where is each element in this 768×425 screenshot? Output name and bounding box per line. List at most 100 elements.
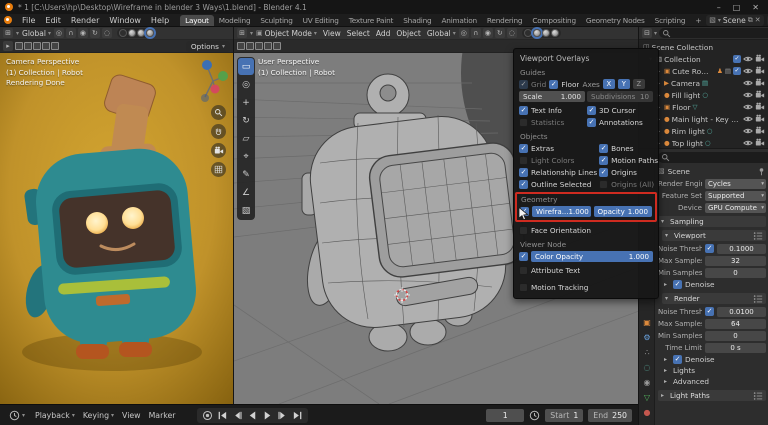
texture-tab[interactable]: ▦ (640, 421, 654, 425)
rendered-shading-button[interactable] (146, 29, 154, 37)
select-set-icon[interactable] (15, 42, 23, 50)
select-extend-icon[interactable] (246, 42, 254, 50)
material-tab[interactable]: ● (640, 406, 654, 419)
camera-restriction-icon[interactable] (755, 90, 765, 100)
menu-file[interactable]: File (17, 16, 40, 25)
face-orientation-checkbox[interactable] (519, 226, 528, 235)
editor-type-icon[interactable]: ⊞ (237, 28, 247, 38)
noise-thresh--checkbox[interactable]: ✓ (705, 307, 714, 316)
eye-icon[interactable] (743, 114, 753, 124)
next-keyframe-button[interactable] (276, 409, 289, 422)
timeline-menu-playback[interactable]: Playback▾ (32, 411, 78, 420)
options-button[interactable]: Options▾ (186, 41, 230, 52)
menu-render[interactable]: Render (66, 16, 104, 25)
annotations-checkbox[interactable]: ✓ (587, 118, 596, 127)
viewport-menu-add[interactable]: Add (373, 29, 394, 38)
physics-tab[interactable]: ◌ (640, 361, 654, 374)
material-shading-button[interactable] (542, 29, 550, 37)
axis-x-button[interactable]: X (603, 79, 615, 89)
denoise-checkbox[interactable]: ✓ (673, 355, 682, 364)
section-light-paths[interactable]: ▸Light Paths (658, 390, 766, 401)
item-checkbox[interactable]: ✓ (733, 67, 741, 75)
frame-start-field[interactable]: Start 1 (545, 409, 583, 422)
properties-search-input[interactable] (672, 154, 768, 162)
snap-magnet-icon[interactable]: ∩ (471, 28, 481, 38)
extras-checkbox[interactable]: ✓ (519, 144, 528, 153)
maximize-button[interactable]: □ (733, 3, 741, 12)
properties-search[interactable] (658, 152, 768, 163)
axis-z-button[interactable]: Z (633, 79, 645, 89)
preset-icon[interactable] (753, 391, 763, 401)
add-workspace-button[interactable]: + (690, 15, 706, 26)
text-info-checkbox[interactable]: ✓ (519, 106, 528, 115)
row-denoise[interactable]: ▸✓Denoise (658, 279, 766, 290)
camera-restriction-icon[interactable] (755, 78, 765, 88)
workspace-tab-geometry-nodes[interactable]: Geometry Nodes (581, 15, 650, 26)
floor-checkbox[interactable]: ✓ (549, 80, 558, 89)
scale-slider[interactable]: Scale1.000 (519, 91, 585, 102)
pivot-point-icon[interactable]: ◎ (54, 28, 64, 38)
motion-tracking-checkbox[interactable] (519, 283, 528, 292)
select-box-tool[interactable]: ▭ (238, 58, 254, 75)
section-render[interactable]: ▾Render (662, 293, 766, 304)
perspective-grid-icon[interactable] (211, 162, 226, 177)
camera-view-icon[interactable] (211, 143, 226, 158)
denoise-checkbox[interactable]: ✓ (673, 280, 682, 289)
camera-restriction-icon[interactable] (755, 126, 765, 136)
camera-restriction-icon[interactable] (755, 114, 765, 124)
pin-icon[interactable] (757, 167, 766, 176)
preset-icon[interactable] (753, 231, 763, 241)
proportional-edit-icon[interactable]: ◉ (483, 28, 493, 38)
row-denoise[interactable]: ▸✓Denoise (658, 354, 766, 365)
active-tool-icon[interactable]: ▸ (3, 41, 13, 51)
max-samples-field[interactable]: 64 (705, 319, 766, 329)
material-shading-button[interactable] (137, 29, 145, 37)
jump-to-end-button[interactable] (291, 409, 304, 422)
field-dropdown[interactable]: GPU Compute▾ (705, 203, 766, 213)
solid-shading-button[interactable] (533, 29, 541, 37)
color-opacity-checkbox[interactable]: ✓ (519, 252, 528, 261)
move-tool[interactable]: + (238, 94, 254, 111)
annotate-tool[interactable]: ✎ (238, 166, 254, 183)
unlink-scene-icon[interactable]: ✕ (755, 16, 761, 24)
workspace-tab-compositing[interactable]: Compositing (527, 15, 581, 26)
time-limit-field[interactable]: 0 s (705, 343, 766, 353)
wireframe-shading-button[interactable] (524, 29, 532, 37)
auto-keying-record-icon[interactable] (201, 409, 214, 422)
prev-keyframe-button[interactable] (231, 409, 244, 422)
eye-icon[interactable] (743, 102, 753, 112)
max-samples-field[interactable]: 32 (705, 256, 766, 266)
workspace-tab-modeling[interactable]: Modeling (214, 15, 256, 26)
overlays-icon[interactable]: ◌ (102, 28, 112, 38)
color-opacity-slider[interactable]: Color Opacity1.000 (531, 251, 653, 262)
grid-checkbox[interactable]: ✓ (519, 80, 528, 89)
preset-icon[interactable] (753, 294, 763, 304)
outliner-search-input[interactable] (673, 29, 768, 37)
row-advanced[interactable]: ▸Advanced (658, 376, 766, 387)
particles-tab[interactable]: ∴ (640, 346, 654, 359)
blender-menu-icon[interactable] (4, 16, 12, 24)
scene-selector[interactable]: ▧ ▾ Scene ⧉ ✕ (706, 15, 763, 26)
camera-restriction-icon[interactable] (755, 66, 765, 76)
rendered-shading-button[interactable] (551, 29, 559, 37)
wireframe-shading-button[interactable] (119, 29, 127, 37)
viewport-menu-select[interactable]: Select (344, 29, 373, 38)
eye-icon[interactable] (743, 138, 753, 148)
menu-window[interactable]: Window (104, 16, 146, 25)
play-forward-button[interactable] (261, 409, 274, 422)
eye-icon[interactable] (743, 78, 753, 88)
camera-restriction-icon[interactable] (755, 54, 765, 64)
minimize-button[interactable]: – (717, 3, 721, 12)
field-dropdown[interactable]: Supported▾ (705, 191, 766, 201)
field-dropdown[interactable]: Cycles▾ (705, 179, 766, 189)
row-lights[interactable]: ▸Lights (658, 365, 766, 376)
motion-paths-checkbox[interactable]: ✓ (599, 156, 608, 165)
play-reverse-button[interactable] (246, 409, 259, 422)
menu-help[interactable]: Help (146, 16, 174, 25)
new-scene-icon[interactable]: ⧉ (748, 16, 753, 25)
eye-icon[interactable] (743, 90, 753, 100)
add-cube-tool[interactable]: ▧ (238, 202, 254, 219)
min-samples-field[interactable]: 0 (705, 268, 766, 278)
workspace-tab-rendering[interactable]: Rendering (482, 15, 527, 26)
select-extend-icon[interactable] (24, 42, 32, 50)
